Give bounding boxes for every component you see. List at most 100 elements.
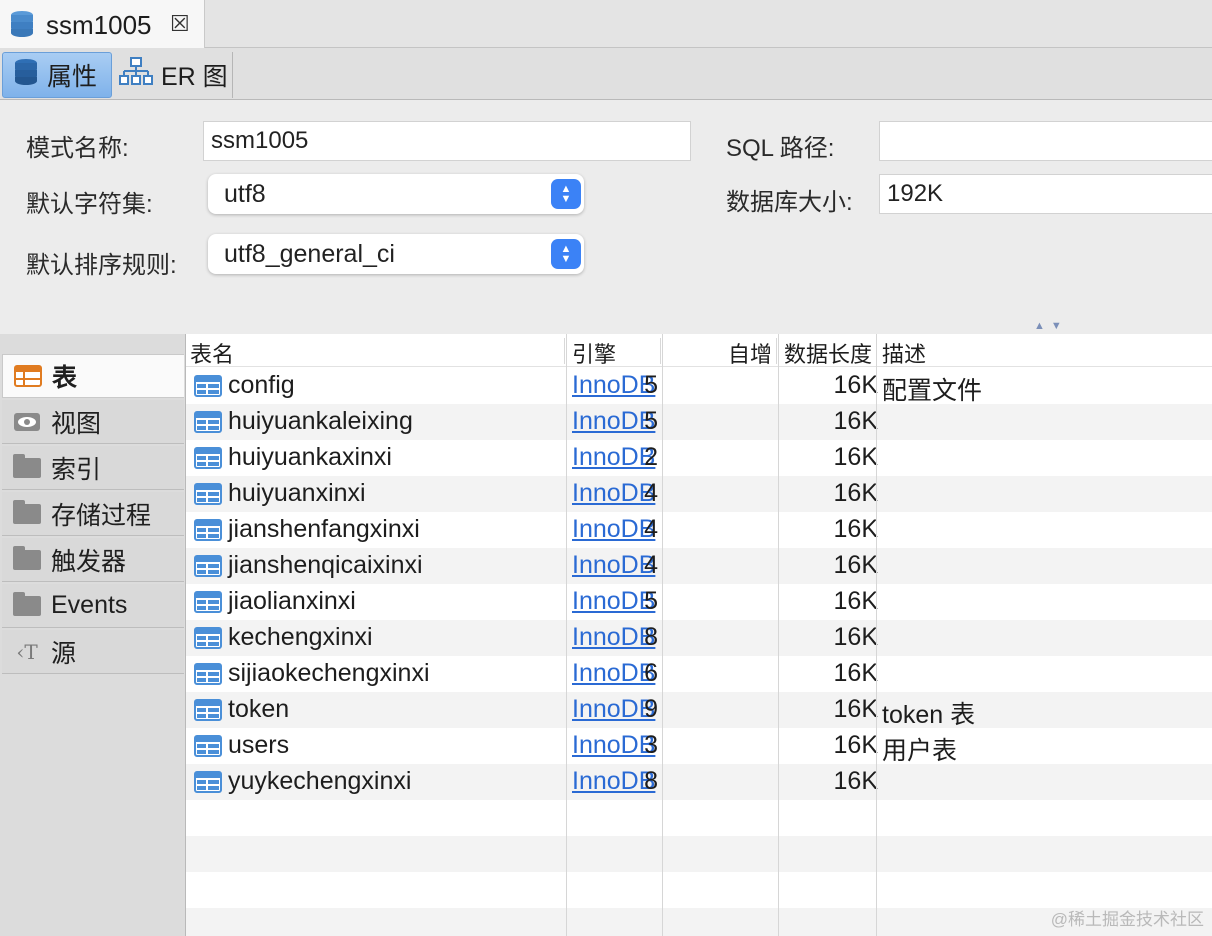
auto-increment-cell: 4	[644, 515, 658, 543]
table-name-cell: config	[228, 371, 295, 399]
table-row[interactable]: config InnoDB 5 16K 配置文件	[186, 368, 1212, 405]
tab-title: ssm1005	[46, 10, 152, 40]
table-icon	[194, 483, 222, 512]
engine-link[interactable]: InnoDB	[572, 659, 655, 688]
tables-grid: 表名 引擎 自增 数据长度 描述 config InnoDB 5 16K 配置文件 hui…	[186, 334, 1212, 936]
table-icon	[194, 663, 222, 692]
editor-tab-bar: ssm1005 ☒	[0, 0, 1212, 48]
table-name-cell: jiaolianxinxi	[228, 587, 356, 615]
tab-ssm1005[interactable]: ssm1005 ☒	[0, 0, 205, 48]
data-length-cell: 16K	[833, 659, 878, 687]
column-header-name[interactable]: 表名	[190, 337, 234, 369]
auto-increment-cell: 5	[644, 407, 658, 435]
auto-increment-cell: 4	[644, 479, 658, 507]
column-header-data-length[interactable]: 数据长度	[784, 337, 872, 369]
object-type-nav: 表 视图 索引 存储过程 触发器 Events ‹T 源	[0, 334, 186, 936]
charset-label: 默认字符集:	[26, 191, 153, 218]
splitter-handle-icon[interactable]: ▲▼	[1034, 320, 1068, 332]
engine-link[interactable]: InnoDB	[572, 371, 655, 400]
table-row[interactable]: sijiaokechengxinxi InnoDB 6 16K	[186, 656, 1212, 692]
watermark: @稀土掘金技术社区	[1050, 910, 1204, 929]
auto-increment-cell: 4	[644, 551, 658, 579]
table-icon	[194, 411, 222, 440]
tab-er-label: ER 图	[161, 63, 228, 91]
nav-item-label: 索引	[51, 455, 102, 484]
data-length-cell: 16K	[833, 587, 878, 615]
nav-item-procedures[interactable]: 存储过程	[2, 492, 184, 536]
table-row[interactable]: huiyuankaleixing InnoDB 5 16K	[186, 404, 1212, 440]
auto-increment-cell: 6	[644, 659, 658, 687]
nav-item-events[interactable]: Events	[2, 584, 184, 628]
engine-link[interactable]: InnoDB	[572, 443, 655, 472]
table-icon	[194, 591, 222, 620]
nav-item-triggers[interactable]: 触发器	[2, 538, 184, 582]
nav-item-label: 视图	[51, 409, 102, 438]
select-stepper-icon: ▲ ▼	[551, 239, 581, 269]
schema-properties-panel: 模式名称: ssm1005 默认字符集: utf8 ▲ ▼ 默认排序规则: utf…	[0, 100, 1212, 334]
table-row[interactable]: jiaolianxinxi InnoDB 5 16K	[186, 584, 1212, 620]
engine-link[interactable]: InnoDB	[572, 695, 655, 724]
tab-properties[interactable]: 属性	[2, 52, 112, 98]
column-header-auto-inc[interactable]: 自增	[728, 337, 772, 369]
engine-link[interactable]: InnoDB	[572, 767, 655, 796]
data-length-cell: 16K	[833, 767, 878, 795]
table-row[interactable]: yuykechengxinxi InnoDB 8 16K	[186, 764, 1212, 800]
schema-name-field[interactable]: ssm1005	[203, 121, 691, 161]
engine-link[interactable]: InnoDB	[572, 731, 655, 760]
folder-icon	[12, 499, 42, 524]
table-icon	[194, 375, 222, 404]
table-row[interactable]: token InnoDB 9 16K token 表	[186, 692, 1212, 729]
tab-er-diagram[interactable]: ER 图	[115, 52, 233, 98]
data-length-cell: 16K	[833, 731, 878, 759]
database-icon	[9, 10, 35, 43]
table-name-cell: huiyuankaxinxi	[228, 443, 392, 471]
nav-item-indexes[interactable]: 索引	[2, 446, 184, 490]
charset-value: utf8	[224, 179, 266, 208]
sql-path-field[interactable]	[879, 121, 1212, 161]
table-header-row: 表名 引擎 自增 数据长度 描述	[186, 334, 1212, 367]
data-length-cell: 16K	[833, 551, 878, 579]
er-diagram-icon	[119, 56, 153, 94]
engine-link[interactable]: InnoDB	[572, 551, 655, 580]
column-header-engine[interactable]: 引擎	[572, 337, 616, 369]
nav-item-label: 表	[52, 364, 78, 392]
table-row[interactable]: kechengxinxi InnoDB 8 16K	[186, 620, 1212, 656]
data-length-cell: 16K	[833, 479, 878, 507]
close-icon[interactable]: ☒	[170, 11, 190, 37]
engine-link[interactable]: InnoDB	[572, 587, 655, 616]
data-length-cell: 16K	[833, 371, 878, 399]
collation-value: utf8_general_ci	[224, 239, 395, 268]
column-header-desc[interactable]: 描述	[882, 337, 926, 369]
collation-select[interactable]: utf8_general_ci ▲ ▼	[208, 234, 584, 274]
table-name-cell: huiyuankaleixing	[228, 407, 413, 435]
nav-item-label: 触发器	[51, 547, 127, 576]
engine-link[interactable]: InnoDB	[572, 407, 655, 436]
data-length-cell: 16K	[833, 443, 878, 471]
table-row[interactable]: users InnoDB 3 16K 用户表	[186, 728, 1212, 765]
sql-path-label: SQL 路径:	[726, 135, 835, 162]
engine-link[interactable]: InnoDB	[572, 623, 655, 652]
table-row[interactable]: huiyuankaxinxi InnoDB 2 16K	[186, 440, 1212, 476]
table-row[interactable]: huiyuanxinxi InnoDB 4 16K	[186, 476, 1212, 512]
engine-link[interactable]: InnoDB	[572, 479, 655, 508]
table-name-cell: kechengxinxi	[228, 623, 373, 651]
description-cell: 配置文件	[882, 377, 983, 405]
table-icon	[194, 735, 222, 764]
engine-link[interactable]: InnoDB	[572, 515, 655, 544]
table-icon	[194, 519, 222, 548]
auto-increment-cell: 5	[644, 371, 658, 399]
description-cell: token 表	[882, 701, 976, 729]
select-stepper-icon: ▲ ▼	[551, 179, 581, 209]
table-row[interactable]: jianshenfangxinxi InnoDB 4 16K	[186, 512, 1212, 548]
table-icon	[194, 447, 222, 476]
table-icon	[194, 771, 222, 800]
nav-item-source[interactable]: ‹T 源	[2, 630, 184, 674]
charset-select[interactable]: utf8 ▲ ▼	[208, 174, 584, 214]
auto-increment-cell: 8	[644, 767, 658, 795]
nav-item-tables[interactable]: 表	[2, 354, 184, 398]
data-length-cell: 16K	[833, 407, 878, 435]
db-size-label: 数据库大小:	[726, 189, 853, 216]
table-name-cell: yuykechengxinxi	[228, 767, 412, 795]
nav-item-views[interactable]: 视图	[2, 400, 184, 444]
table-row[interactable]: jianshenqicaixinxi InnoDB 4 16K	[186, 548, 1212, 584]
